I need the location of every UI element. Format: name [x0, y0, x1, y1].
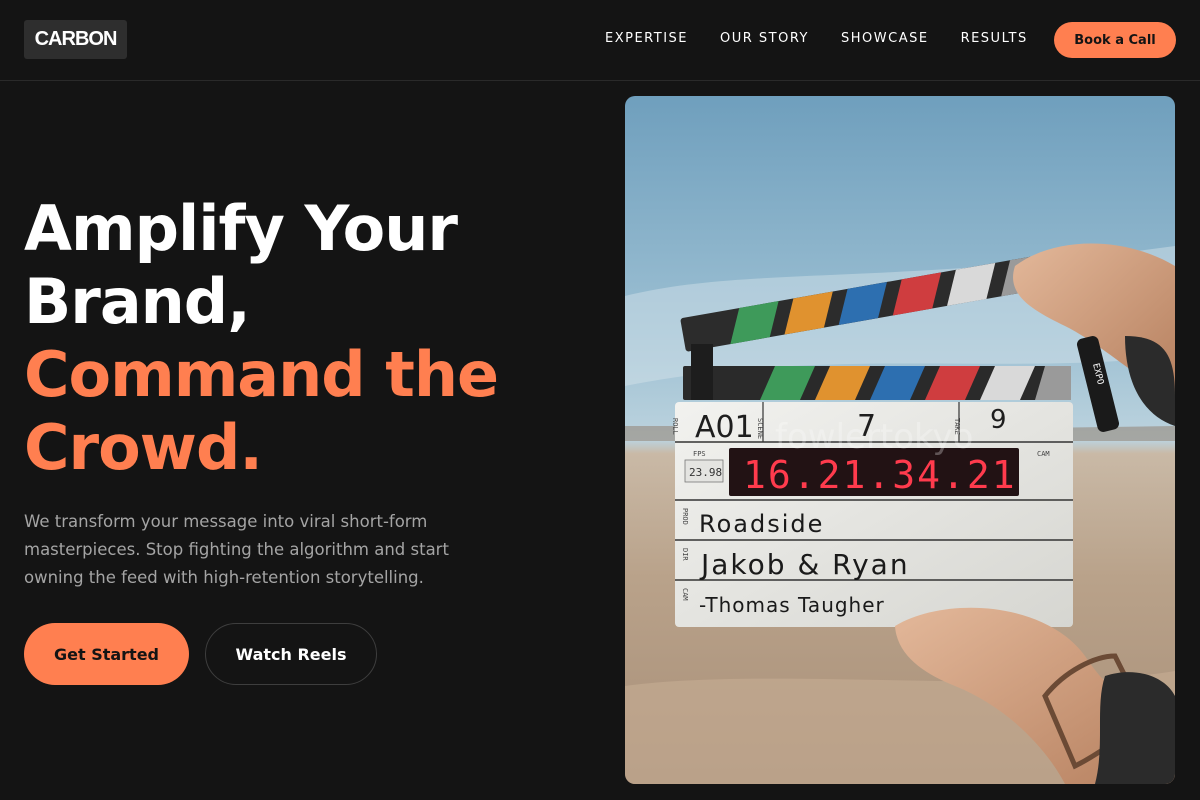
nav-link-showcase[interactable]: SHOWCASE: [841, 30, 929, 48]
clapper-hinge: [691, 344, 713, 400]
nav-link-expertise[interactable]: EXPERTISE: [605, 30, 688, 48]
roll-value: A01: [695, 410, 754, 445]
director-value: Jakob & Ryan: [699, 548, 910, 581]
photo-watermark: fowlertokyo: [775, 417, 973, 457]
dir-label: DIR: [681, 548, 689, 561]
scene-label: SCENE: [756, 418, 764, 439]
brand-logo[interactable]: CARBON: [24, 20, 127, 59]
jacket-sleeve-bottom: [1095, 672, 1175, 784]
nav-link-our-story[interactable]: OUR STORY: [720, 30, 809, 48]
hero-subtitle: We transform your message into viral sho…: [24, 512, 449, 587]
roll-label: ROLL: [671, 418, 679, 435]
fps-label: FPS: [693, 450, 706, 458]
prod-label: PROD: [681, 508, 689, 525]
fps-value: 23.98: [689, 466, 722, 479]
take-value: 9: [990, 405, 1007, 435]
hero-title-line-2: Brand,: [24, 265, 251, 338]
timecode-value: 16.21.34.21: [743, 453, 1017, 497]
book-a-call-button[interactable]: Book a Call: [1054, 22, 1176, 58]
hero-title-line-3: Command the: [24, 338, 499, 411]
hero-title: Amplify Your Brand, Command the Crowd.: [24, 192, 584, 484]
get-started-button[interactable]: Get Started: [24, 623, 189, 685]
watch-reels-button[interactable]: Watch Reels: [205, 623, 377, 685]
cam2-label: CAM: [681, 588, 689, 601]
main-nav: EXPERTISE OUR STORY SHOWCASE RESULTS: [605, 30, 1060, 48]
cam-label: CAM: [1037, 450, 1050, 458]
site-header: CARBON EXPERTISE OUR STORY SHOWCASE RESU…: [0, 0, 1200, 81]
production-value: Roadside: [699, 510, 824, 538]
hero-title-line-4: Crowd.: [24, 411, 263, 484]
camera-value: -Thomas Taugher: [699, 593, 885, 617]
hero-title-line-1: Amplify Your: [24, 192, 458, 265]
hero-image-clapperboard: ROLL SCENE TAKE A01 7 9 FPS 23.98 16.21.…: [625, 96, 1175, 784]
clapperboard-photo: ROLL SCENE TAKE A01 7 9 FPS 23.98 16.21.…: [625, 96, 1175, 784]
nav-link-results[interactable]: RESULTS: [961, 30, 1028, 48]
